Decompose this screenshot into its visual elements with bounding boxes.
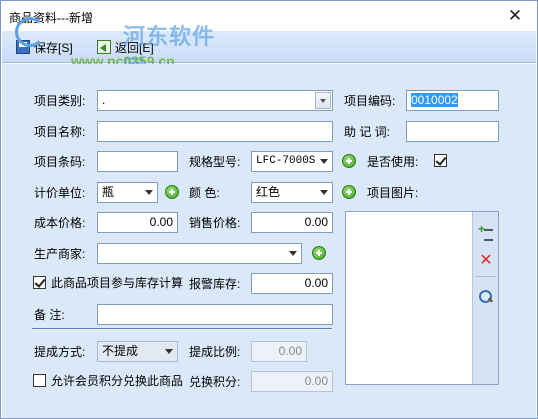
add-image-icon bbox=[478, 222, 493, 241]
toolbar: 保存[S] 返回[E] bbox=[2, 31, 536, 63]
mnemonic-input[interactable] bbox=[406, 121, 499, 142]
back-button-label: 返回[E] bbox=[115, 40, 154, 55]
alert-stock-label: 报警库存: bbox=[189, 277, 241, 291]
commission-mode-value: 不提成 bbox=[102, 344, 139, 358]
color-select-value: 红色 bbox=[256, 185, 281, 199]
category-select[interactable]: . bbox=[97, 90, 333, 111]
commission-mode-label: 提成方式: bbox=[34, 345, 86, 359]
name-label: 项目名称: bbox=[34, 125, 86, 139]
sale-label: 销售价格: bbox=[189, 216, 241, 230]
commission-mode-select[interactable]: 不提成 bbox=[97, 341, 178, 362]
unit-label: 计价单位: bbox=[34, 186, 86, 200]
image-label: 项目图片: bbox=[367, 186, 419, 200]
chevron-down-icon bbox=[320, 190, 328, 195]
chevron-down-icon bbox=[320, 159, 328, 164]
close-button[interactable]: ✕ bbox=[493, 1, 537, 31]
chevron-down-icon bbox=[289, 251, 297, 256]
mnemonic-label: 助 记 词: bbox=[344, 125, 391, 139]
chevron-down-icon bbox=[145, 190, 153, 195]
barcode-label: 项目条码: bbox=[34, 155, 86, 169]
section-divider bbox=[32, 328, 332, 330]
enabled-checkbox[interactable] bbox=[434, 154, 447, 167]
stock-calc-checkbox[interactable] bbox=[33, 276, 46, 289]
add-maker-icon[interactable] bbox=[312, 246, 326, 260]
tool-separator bbox=[476, 276, 496, 277]
color-select[interactable]: 红色 bbox=[251, 182, 333, 203]
spec-select-value: LFC-7000S bbox=[256, 155, 316, 167]
alert-stock-input[interactable]: 0.00 bbox=[251, 273, 333, 294]
back-arrow-icon bbox=[97, 40, 111, 54]
points-checkbox[interactable] bbox=[33, 374, 46, 387]
add-spec-icon[interactable] bbox=[342, 154, 356, 168]
title-bar: 商品资料---新增 ✕ bbox=[1, 1, 537, 31]
barcode-input[interactable] bbox=[97, 151, 178, 172]
color-label: 颜 色: bbox=[189, 186, 220, 200]
save-disk-icon bbox=[16, 40, 30, 54]
image-tool-strip: ✕ bbox=[472, 212, 498, 384]
product-image-panel[interactable]: ✕ bbox=[345, 211, 499, 385]
chevron-down-icon bbox=[315, 92, 331, 109]
window-title: 商品资料---新增 bbox=[9, 11, 93, 25]
points-value-label: 兑换积分: bbox=[189, 375, 241, 389]
add-unit-icon[interactable] bbox=[165, 185, 179, 199]
spec-select[interactable]: LFC-7000S bbox=[251, 151, 333, 172]
note-input[interactable] bbox=[97, 304, 333, 325]
enabled-label: 是否使用: bbox=[367, 155, 419, 169]
points-value-input[interactable]: 0.00 bbox=[251, 371, 333, 392]
unit-select[interactable]: 瓶 bbox=[97, 182, 158, 203]
sale-input[interactable]: 0.00 bbox=[251, 212, 333, 233]
add-color-icon[interactable] bbox=[342, 185, 356, 199]
spec-label: 规格型号: bbox=[189, 155, 241, 169]
back-button[interactable]: 返回[E] bbox=[97, 38, 154, 56]
note-label: 备 注: bbox=[34, 308, 65, 322]
delete-image-button[interactable]: ✕ bbox=[477, 252, 495, 270]
commission-ratio-label: 提成比例: bbox=[189, 345, 241, 359]
magnifier-icon bbox=[479, 290, 493, 304]
cost-input[interactable]: 0.00 bbox=[97, 212, 178, 233]
code-input-value: 0010002 bbox=[411, 93, 458, 107]
commission-ratio-input[interactable]: 0.00 bbox=[251, 341, 307, 362]
product-dialog-window: 商品资料---新增 ✕ 保存[S] 返回[E] 河东软件园 www.pc0359… bbox=[0, 0, 538, 419]
delete-icon: ✕ bbox=[479, 252, 493, 269]
save-button-label: 保存[S] bbox=[34, 40, 73, 55]
chevron-down-icon bbox=[165, 349, 173, 354]
cost-label: 成本价格: bbox=[34, 216, 86, 230]
name-input[interactable] bbox=[97, 121, 333, 142]
maker-select[interactable] bbox=[97, 243, 302, 264]
product-form: 项目类别: . 项目编码: 0010002 项目名称: 助 记 词: 项目条码:… bbox=[2, 64, 536, 418]
points-label: 允许会员积分兑换此商品 bbox=[51, 374, 184, 388]
zoom-image-button[interactable] bbox=[477, 288, 495, 306]
add-image-button[interactable] bbox=[477, 222, 495, 242]
code-label: 项目编码: bbox=[344, 94, 396, 108]
maker-label: 生产商家: bbox=[34, 247, 86, 261]
category-select-value: . bbox=[102, 93, 106, 107]
stock-calc-label: 此商品项目参与库存计算 bbox=[51, 276, 184, 290]
save-button[interactable]: 保存[S] bbox=[16, 38, 73, 56]
unit-select-value: 瓶 bbox=[102, 185, 115, 199]
category-label: 项目类别: bbox=[34, 94, 86, 108]
code-input[interactable]: 0010002 bbox=[406, 90, 499, 111]
